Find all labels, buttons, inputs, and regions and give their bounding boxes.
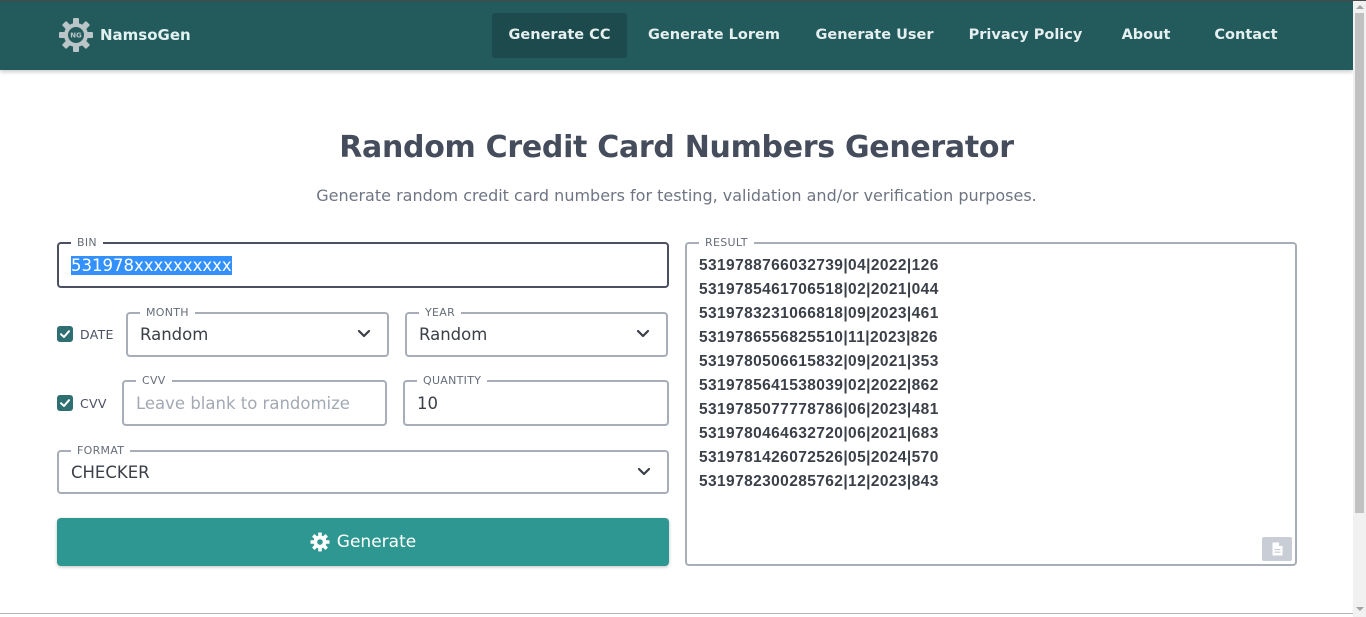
chevron-down-icon [357, 329, 371, 338]
vertical-scrollbar[interactable] [1353, 1, 1366, 617]
month-label: MONTH [140, 306, 195, 319]
result-line: 5319785641538039|02|2022|862 [699, 377, 939, 394]
scroll-down-arrow-icon[interactable] [1356, 607, 1364, 611]
month-value: Random [140, 325, 209, 344]
logo-badge-text: NG [70, 32, 82, 40]
result-line: 5319785461706518|02|2021|044 [699, 281, 939, 298]
result-line: 5319782300285762|12|2023|843 [699, 473, 939, 490]
quantity-label: QUANTITY [417, 374, 488, 387]
result-line: 5319781426072526|05|2024|570 [699, 449, 939, 466]
cvv-checkbox-label: CVV [80, 396, 107, 411]
cvv-checkbox[interactable] [57, 395, 73, 411]
nav-generate-lorem[interactable]: Generate Lorem [640, 13, 788, 58]
nav-contact[interactable]: Contact [1203, 13, 1289, 58]
result-line: 5319788766032739|04|2022|126 [699, 257, 939, 274]
chevron-down-icon [637, 467, 651, 476]
result-line: 5319785077778786|06|2023|481 [699, 401, 939, 418]
gear-logo-icon: NG [59, 18, 93, 52]
result-line: 5319783231066818|09|2023|461 [699, 305, 939, 322]
year-label: YEAR [419, 306, 462, 319]
year-value: Random [419, 325, 488, 344]
format-value: CHECKER [71, 463, 150, 482]
result-textarea[interactable]: RESULT 5319788766032739|04|2022|126 5319… [685, 236, 1297, 566]
bin-label: BIN [71, 236, 103, 249]
quantity-value: 10 [417, 394, 438, 413]
quantity-input[interactable]: QUANTITY 10 [403, 374, 669, 426]
result-line: 5319780464632720|06|2021|683 [699, 425, 939, 442]
page-subtitle: Generate random credit card numbers for … [316, 186, 1037, 205]
navbar: NG NamsoGen Generate CC Generate Lorem G… [0, 1, 1353, 70]
date-checkbox[interactable] [57, 326, 73, 342]
page-bottom-divider [0, 613, 1353, 614]
document-icon [1272, 542, 1282, 556]
bin-input-value: 531978xxxxxxxxxx [71, 256, 232, 275]
bin-field[interactable]: BIN 531978xxxxxxxxxx [57, 236, 669, 288]
scroll-thumb[interactable] [1355, 13, 1364, 513]
format-select[interactable]: FORMAT CHECKER [57, 444, 669, 494]
year-select[interactable]: YEAR Random [405, 306, 668, 357]
chevron-down-icon [636, 329, 650, 338]
copy-result-button[interactable] [1262, 537, 1292, 561]
cvv-label: CVV [136, 374, 172, 387]
month-select[interactable]: MONTH Random [126, 306, 389, 357]
scroll-up-arrow-icon[interactable] [1356, 5, 1364, 9]
result-label: RESULT [699, 236, 754, 249]
page-title: Random Credit Card Numbers Generator [339, 130, 1014, 165]
cvv-placeholder: Leave blank to randomize [136, 394, 350, 413]
nav-privacy-policy[interactable]: Privacy Policy [960, 13, 1091, 58]
format-label: FORMAT [71, 444, 131, 457]
cvv-input[interactable]: CVV Leave blank to randomize [122, 374, 387, 426]
brand-name: NamsoGen [100, 26, 191, 44]
result-line: 5319786556825510|11|2023|826 [699, 329, 938, 346]
date-checkbox-label: DATE [80, 327, 114, 342]
nav-about[interactable]: About [1112, 13, 1180, 58]
result-line: 5319780506615832|09|2021|353 [699, 353, 939, 370]
checkmark-icon [60, 330, 70, 338]
nav-generate-user[interactable]: Generate User [808, 13, 941, 58]
nav-generate-cc[interactable]: Generate CC [492, 13, 627, 58]
generate-button[interactable]: Generate [57, 518, 669, 566]
result-lines: 5319788766032739|04|2022|126 53197854617… [699, 254, 939, 494]
generate-button-label: Generate [336, 532, 417, 552]
gear-icon [310, 532, 330, 552]
checkmark-icon [60, 399, 70, 407]
brand-logo[interactable]: NG NamsoGen [58, 17, 191, 53]
